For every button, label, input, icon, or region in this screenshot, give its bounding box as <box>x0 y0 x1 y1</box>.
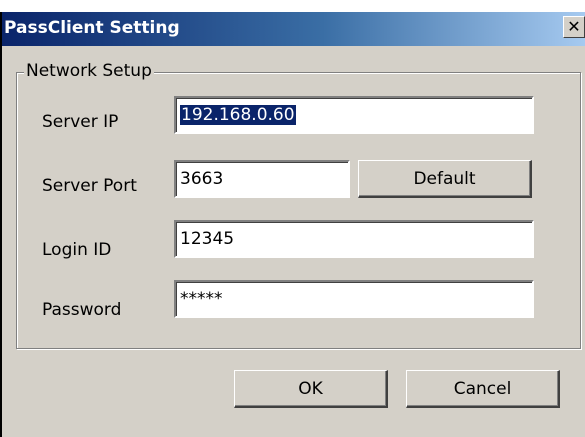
password-value: ***** <box>180 289 223 309</box>
default-button[interactable]: Default <box>358 160 532 198</box>
server-port-label: Server Port <box>42 176 137 196</box>
server-port-field[interactable]: 3663 <box>174 160 350 198</box>
password-field[interactable]: ***** <box>174 280 534 318</box>
ok-button[interactable]: OK <box>234 370 388 408</box>
server-ip-label: Server IP <box>42 112 119 132</box>
window-title: PassClient Setting <box>4 18 180 38</box>
close-icon: ✕ <box>567 17 581 36</box>
password-label: Password <box>42 300 122 320</box>
server-port-value: 3663 <box>180 169 224 189</box>
default-button-label: Default <box>413 168 476 189</box>
ok-button-label: OK <box>298 378 323 399</box>
cancel-button[interactable]: Cancel <box>406 370 560 408</box>
close-button[interactable]: ✕ <box>563 16 585 38</box>
server-ip-value: 192.168.0.60 <box>180 105 296 125</box>
title-bar[interactable]: PassClient Setting ✕ <box>2 12 585 46</box>
dialog-window: PassClient Setting ✕ Network Setup Serve… <box>0 12 585 437</box>
server-ip-field[interactable]: 192.168.0.60 <box>174 96 534 134</box>
cancel-button-label: Cancel <box>453 378 512 399</box>
login-id-field[interactable]: 12345 <box>174 220 534 258</box>
login-id-value: 12345 <box>180 229 235 249</box>
group-legend: Network Setup <box>24 61 154 81</box>
login-id-label: Login ID <box>42 240 112 260</box>
